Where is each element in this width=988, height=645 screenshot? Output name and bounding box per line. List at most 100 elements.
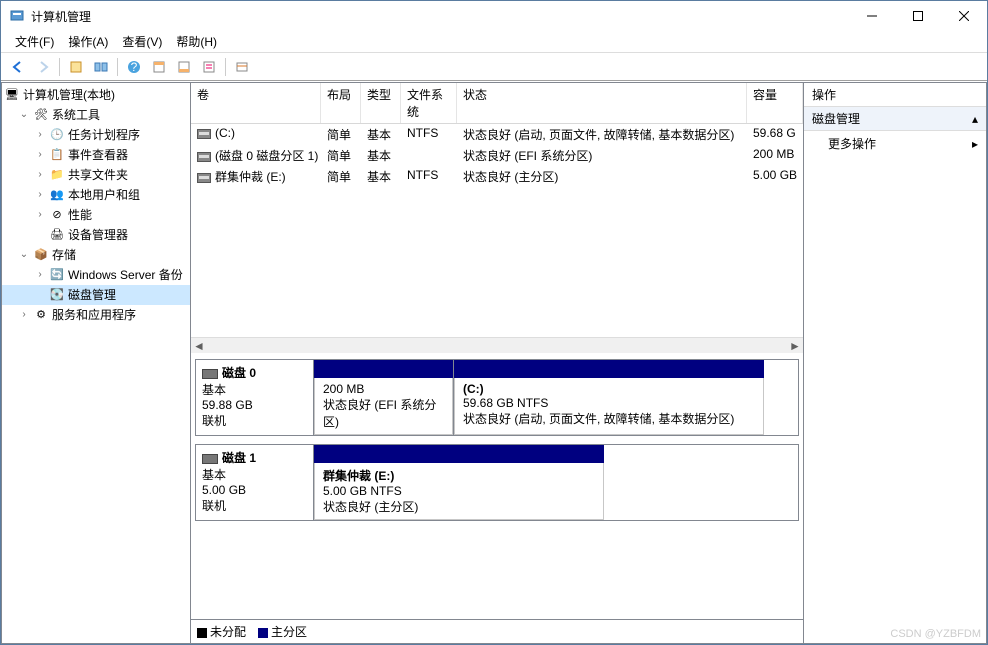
partition[interactable]: 200 MB状态良好 (EFI 系统分区) (314, 360, 454, 435)
show-hide-button[interactable] (90, 56, 112, 78)
volume-row[interactable]: (C:)简单基本NTFS状态良好 (启动, 页面文件, 故障转储, 基本数据分区… (191, 124, 803, 145)
menu-help[interactable]: 帮助(H) (170, 31, 223, 52)
volume-header: 卷 布局 类型 文件系统 状态 容量 (191, 83, 803, 124)
expand-icon[interactable]: › (34, 186, 46, 204)
tree-label: 系统工具 (52, 106, 100, 124)
disk-partitions: 群集仲裁 (E:)5.00 GB NTFS状态良好 (主分区) (314, 445, 798, 520)
tree-ws-backup[interactable]: ›🔄Windows Server 备份 (2, 265, 190, 285)
partition-body: (C:)59.68 GB NTFS状态良好 (启动, 页面文件, 故障转储, 基… (454, 378, 764, 435)
col-fs[interactable]: 文件系统 (401, 83, 457, 123)
users-icon: 👥 (49, 187, 65, 203)
toolbar: ? (1, 53, 987, 81)
partition-header (454, 360, 764, 378)
tree-device-manager[interactable]: 🖨设备管理器 (2, 225, 190, 245)
perf-icon: ⊘ (49, 207, 65, 223)
close-button[interactable] (941, 1, 987, 31)
collapse-icon[interactable]: ⌄ (18, 246, 30, 264)
tree-system-tools[interactable]: ⌄🛠系统工具 (2, 105, 190, 125)
tree-performance[interactable]: ›⊘性能 (2, 205, 190, 225)
expand-icon[interactable]: › (34, 206, 46, 224)
legend-unalloc-label: 未分配 (210, 625, 246, 639)
disk-partitions: 200 MB状态良好 (EFI 系统分区)(C:)59.68 GB NTFS状态… (314, 360, 798, 435)
svg-text:?: ? (131, 60, 138, 74)
expand-icon[interactable]: › (34, 126, 46, 144)
disk-graphical-view[interactable]: 磁盘 0基本59.88 GB联机200 MB状态良好 (EFI 系统分区)(C:… (191, 353, 803, 619)
actions-group-label: 磁盘管理 (812, 110, 860, 127)
expand-icon[interactable]: › (18, 306, 30, 324)
volume-list[interactable]: 卷 布局 类型 文件系统 状态 容量 (C:)简单基本NTFS状态良好 (启动,… (191, 83, 803, 337)
settings-button[interactable] (198, 56, 220, 78)
toolbar-sep3 (225, 58, 226, 76)
expand-icon[interactable]: › (34, 146, 46, 164)
tree-label: 服务和应用程序 (52, 306, 136, 324)
tree-storage[interactable]: ⌄📦存储 (2, 245, 190, 265)
collapse-icon[interactable]: ⌄ (18, 106, 30, 124)
maximize-button[interactable] (895, 1, 941, 31)
view-bottom-button[interactable] (173, 56, 195, 78)
minimize-button[interactable] (849, 1, 895, 31)
tree-root[interactable]: 🖥计算机管理(本地) (2, 85, 190, 105)
back-button[interactable] (7, 56, 29, 78)
scroll-track[interactable] (207, 338, 787, 354)
tree-root-label: 计算机管理(本地) (23, 86, 115, 104)
actions-more-label: 更多操作 (828, 135, 876, 152)
expand-icon[interactable]: › (34, 166, 46, 184)
disk-row[interactable]: 磁盘 0基本59.88 GB联机200 MB状态良好 (EFI 系统分区)(C:… (195, 359, 799, 436)
disk-info: 磁盘 0基本59.88 GB联机 (196, 360, 314, 435)
tree-task-scheduler[interactable]: ›🕒任务计划程序 (2, 125, 190, 145)
volume-row[interactable]: 群集仲裁 (E:)简单基本NTFS状态良好 (主分区)5.00 GB (191, 166, 803, 187)
tree-label: 任务计划程序 (68, 126, 140, 144)
services-icon: ⚙ (33, 307, 49, 323)
actions-more[interactable]: 更多操作 ▸ (804, 131, 986, 156)
tree-services-apps[interactable]: ›⚙服务和应用程序 (2, 305, 190, 325)
col-volume[interactable]: 卷 (191, 83, 321, 123)
legend-primary-label: 主分区 (271, 625, 307, 639)
col-status[interactable]: 状态 (457, 83, 747, 123)
actions-pane: 操作 磁盘管理 ▴ 更多操作 ▸ (803, 82, 987, 644)
col-capacity[interactable]: 容量 (747, 83, 803, 123)
legend-unallocated: 未分配 (197, 623, 246, 640)
watermark: CSDN @YZBFDM (890, 628, 981, 640)
tree-local-users[interactable]: ›👥本地用户和组 (2, 185, 190, 205)
disk-row[interactable]: 磁盘 1基本5.00 GB联机群集仲裁 (E:)5.00 GB NTFS状态良好… (195, 444, 799, 521)
tree-label: 设备管理器 (68, 226, 128, 244)
tree-disk-management[interactable]: 💽磁盘管理 (2, 285, 190, 305)
col-type[interactable]: 类型 (361, 83, 401, 123)
actions-group[interactable]: 磁盘管理 ▴ (804, 107, 986, 131)
window-title: 计算机管理 (31, 8, 849, 25)
help-button[interactable]: ? (123, 56, 145, 78)
scroll-left-icon[interactable]: ◄ (191, 338, 207, 354)
forward-button[interactable] (32, 56, 54, 78)
expand-icon[interactable]: › (34, 266, 46, 284)
collapse-icon: ▴ (972, 112, 978, 126)
view-top-button[interactable] (148, 56, 170, 78)
volume-row[interactable]: (磁盘 0 磁盘分区 1)简单基本状态良好 (EFI 系统分区)200 MB (191, 145, 803, 166)
list-button[interactable] (231, 56, 253, 78)
menu-action[interactable]: 操作(A) (62, 31, 114, 52)
navigation-tree[interactable]: 🖥计算机管理(本地) ⌄🛠系统工具 ›🕒任务计划程序 ›📋事件查看器 ›📁共享文… (1, 82, 191, 644)
tree-shared-folders[interactable]: ›📁共享文件夹 (2, 165, 190, 185)
window-controls (849, 1, 987, 31)
partition-body: 群集仲裁 (E:)5.00 GB NTFS状态良好 (主分区) (314, 463, 604, 520)
horizontal-scrollbar[interactable]: ◄ ► (191, 337, 803, 353)
scroll-right-icon[interactable]: ► (787, 338, 803, 354)
center-pane: 卷 布局 类型 文件系统 状态 容量 (C:)简单基本NTFS状态良好 (启动,… (191, 82, 803, 644)
menubar: 文件(F) 操作(A) 查看(V) 帮助(H) (1, 31, 987, 53)
col-layout[interactable]: 布局 (321, 83, 361, 123)
drive-icon (197, 152, 211, 162)
tree-label: 事件查看器 (68, 146, 128, 164)
tree-label: 存储 (52, 246, 76, 264)
tree-event-viewer[interactable]: ›📋事件查看器 (2, 145, 190, 165)
app-icon (9, 8, 25, 24)
partition[interactable]: 群集仲裁 (E:)5.00 GB NTFS状态良好 (主分区) (314, 445, 604, 520)
partition[interactable]: (C:)59.68 GB NTFS状态良好 (启动, 页面文件, 故障转储, 基… (454, 360, 764, 435)
drive-icon (197, 173, 211, 183)
titlebar: 计算机管理 (1, 1, 987, 31)
content-area: 🖥计算机管理(本地) ⌄🛠系统工具 ›🕒任务计划程序 ›📋事件查看器 ›📁共享文… (1, 81, 987, 644)
volume-rows: (C:)简单基本NTFS状态良好 (启动, 页面文件, 故障转储, 基本数据分区… (191, 124, 803, 187)
chevron-right-icon: ▸ (972, 137, 978, 151)
drive-icon (197, 129, 211, 139)
menu-view[interactable]: 查看(V) (116, 31, 168, 52)
menu-file[interactable]: 文件(F) (9, 31, 60, 52)
properties-button[interactable] (65, 56, 87, 78)
